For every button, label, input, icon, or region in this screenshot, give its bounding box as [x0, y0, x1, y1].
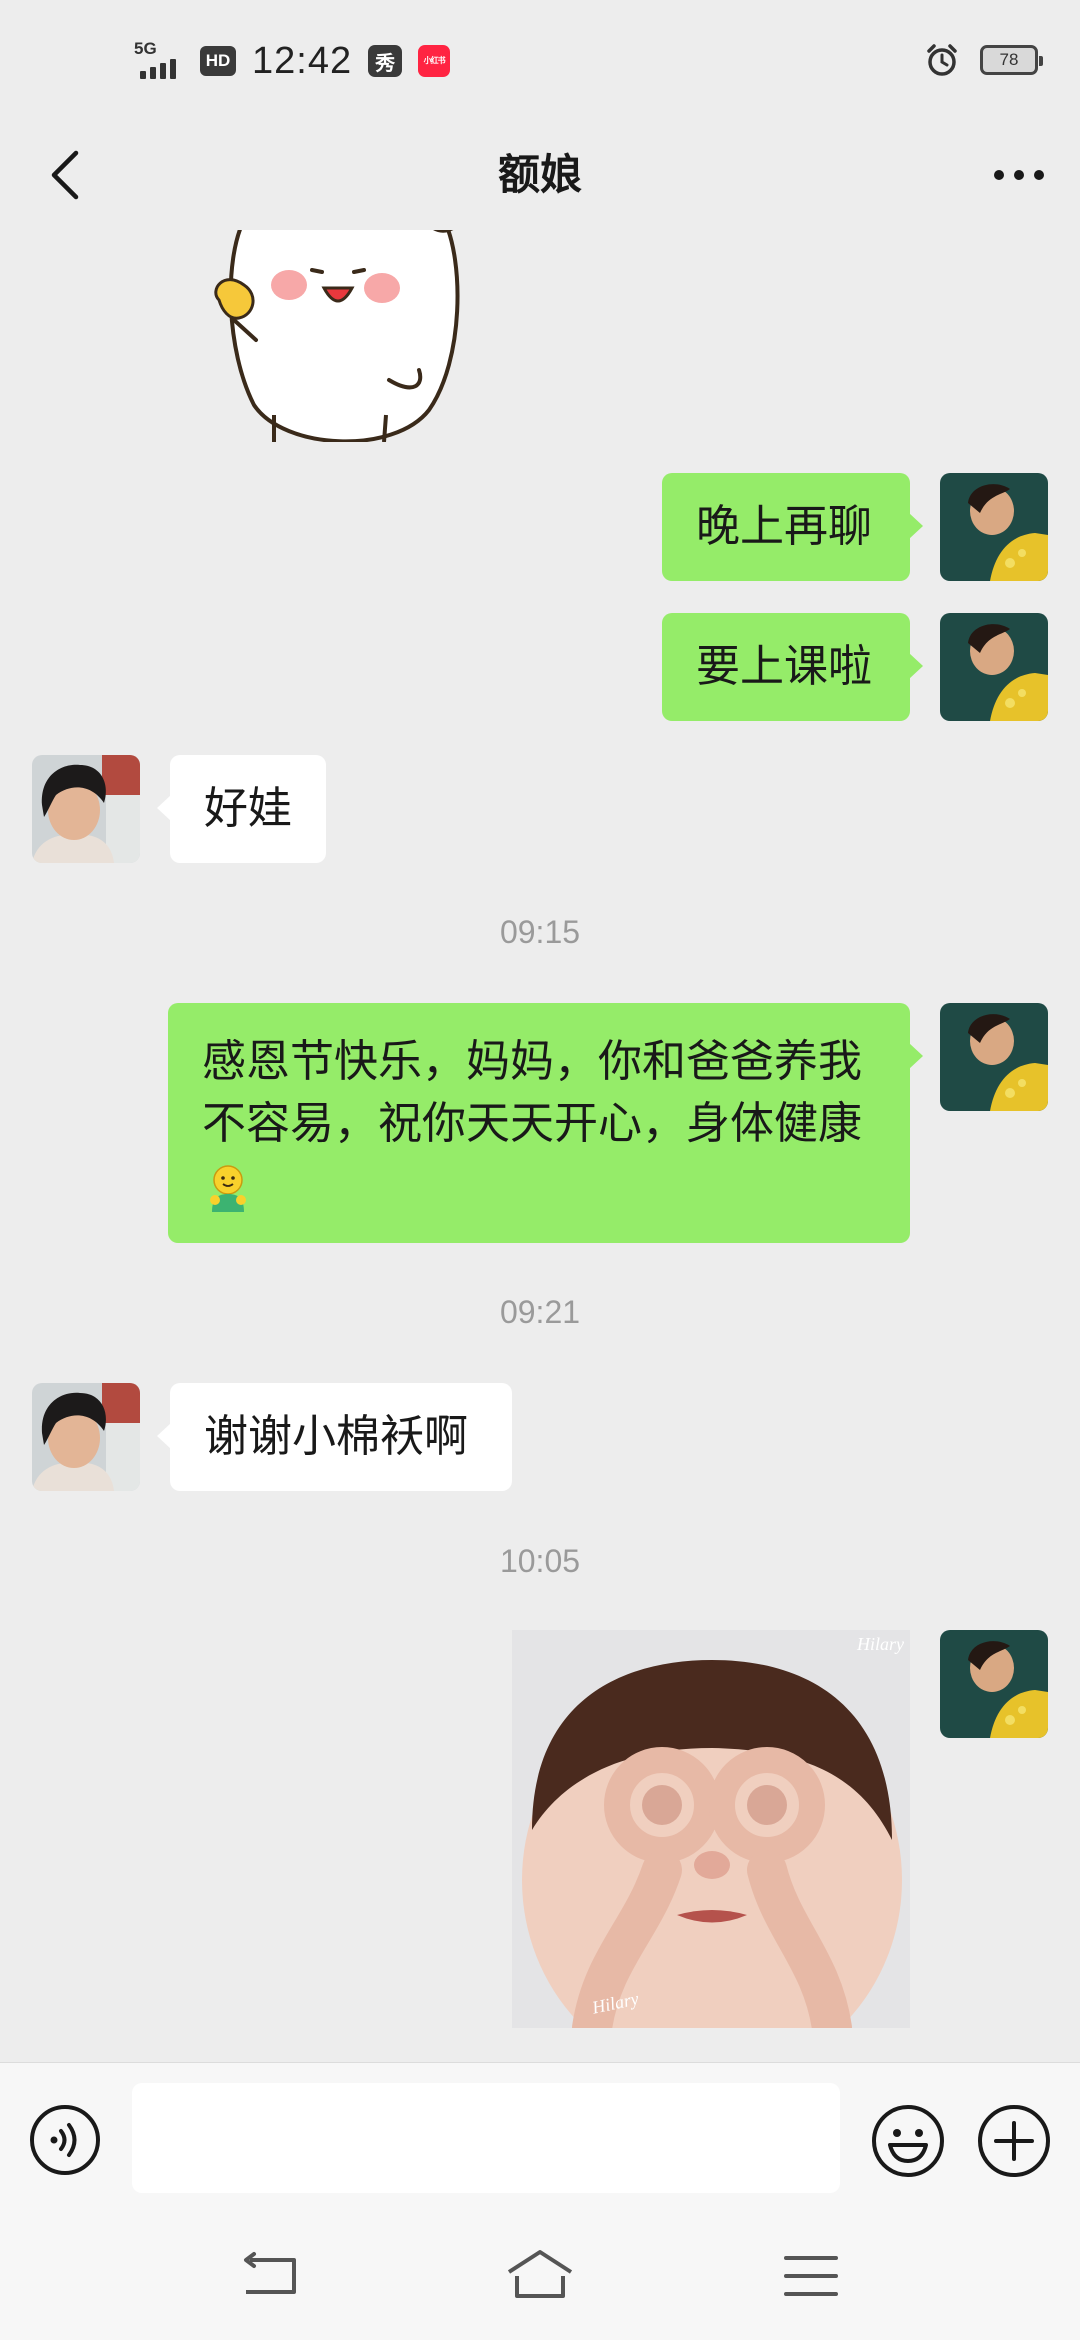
- message-bubble-sent[interactable]: 感恩节快乐，妈妈，你和爸爸养我 不容易，祝你天天开心，身体健康: [168, 1003, 923, 1243]
- network-label: 5G: [134, 39, 157, 58]
- my-avatar[interactable]: [940, 613, 1048, 721]
- message-text-line-2: 不容易，祝你天天开心，身体健康: [202, 1098, 862, 1149]
- message-text-line-1: 感恩节快乐，妈妈，你和爸爸养我: [202, 1036, 862, 1087]
- message-text: 晚上再聊: [696, 501, 872, 552]
- message-sticker-received[interactable]: [214, 230, 494, 442]
- message-text: 谢谢小棉袄啊: [204, 1411, 468, 1462]
- timestamp: 09:15: [499, 914, 581, 950]
- clock: 12:42: [252, 39, 353, 82]
- baby-photo-image: [512, 1630, 910, 2028]
- more-dots-icon: [994, 170, 1044, 180]
- xiaohongshu-icon: 小红书: [418, 45, 451, 77]
- chat-header: 额娘: [0, 120, 1080, 230]
- signal-5g-icon: 5G: [132, 39, 184, 83]
- message-image-sent[interactable]: Hilary Hilary: [512, 1630, 910, 2028]
- home-nav-icon[interactable]: [505, 2246, 575, 2306]
- avatar-image: [940, 1630, 1048, 1738]
- chat-title: 额娘: [497, 150, 582, 199]
- avatar-image: [32, 755, 140, 863]
- timestamp: 09:21: [499, 1294, 581, 1330]
- hugging-face-emoji-icon: [210, 1165, 246, 1212]
- more-options-button[interactable]: [984, 140, 1054, 210]
- message-bubble-received[interactable]: 好娃: [157, 755, 326, 863]
- plus-icon[interactable]: [976, 2103, 1052, 2179]
- avatar-image: [940, 613, 1048, 721]
- message-bubble-received[interactable]: 谢谢小棉袄啊: [157, 1383, 512, 1491]
- my-avatar[interactable]: [940, 1630, 1048, 1738]
- avatar-image: [940, 473, 1048, 581]
- hd-badge: HD: [200, 46, 236, 76]
- emoji-icon[interactable]: [870, 2103, 946, 2179]
- avatar-image: [32, 1383, 140, 1491]
- message-text: 要上课啦: [696, 641, 872, 692]
- message-input[interactable]: [132, 2083, 840, 2193]
- contact-avatar[interactable]: [32, 1383, 140, 1491]
- system-navigation-bar: [0, 2212, 1080, 2340]
- menu-nav-icon[interactable]: [776, 2246, 846, 2306]
- contact-avatar[interactable]: [32, 755, 140, 863]
- status-bar: 5G HD 12:42 秀 小红书 78: [0, 0, 1080, 120]
- alarm-clock-icon: [927, 44, 957, 76]
- my-avatar[interactable]: [940, 473, 1048, 581]
- message-bubble-sent[interactable]: 要上课啦: [662, 613, 923, 721]
- message-bubble-sent[interactable]: 晚上再聊: [662, 473, 923, 581]
- app-badge-xiu: 秀: [368, 45, 403, 77]
- message-text: 好娃: [204, 783, 292, 834]
- timestamp: 10:05: [499, 1543, 581, 1579]
- my-avatar[interactable]: [940, 1003, 1048, 1111]
- chat-input-bar: [0, 2062, 1080, 2212]
- avatar-image: [940, 1003, 1048, 1111]
- back-nav-icon[interactable]: [236, 2246, 306, 2306]
- bunny-sticker-image: [214, 230, 460, 442]
- image-watermark-top: Hilary: [857, 1634, 904, 1654]
- voice-input-icon[interactable]: [28, 2103, 102, 2177]
- battery-icon: 78: [980, 45, 1043, 75]
